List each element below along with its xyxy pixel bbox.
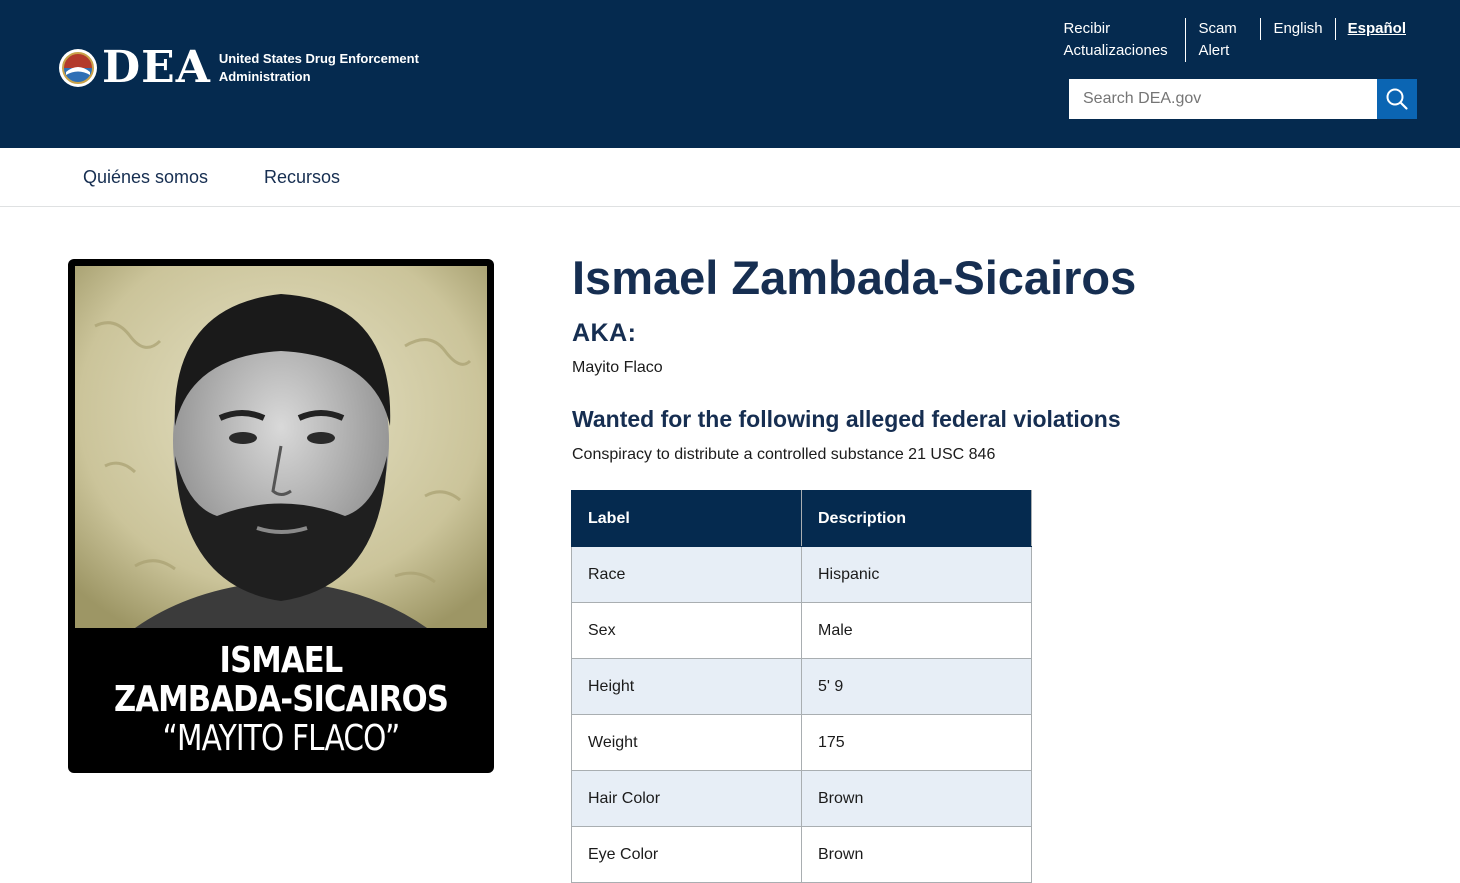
row-label: Hair Color <box>571 770 802 827</box>
scam-alert-link[interactable]: Scam Alert <box>1185 18 1260 62</box>
dea-seal-icon <box>59 49 97 87</box>
column-header-label: Label <box>571 490 802 547</box>
site-header: DEA United States Drug Enforcement Admin… <box>0 0 1460 148</box>
fugitive-photo <box>75 266 487 628</box>
utility-nav: Recibir Actualizaciones Scam Alert Engli… <box>1063 18 1412 62</box>
row-label: Sex <box>571 602 802 659</box>
row-value: 5' 9 <box>801 658 1032 715</box>
row-label: Eye Color <box>571 826 802 883</box>
dea-wordmark: DEA <box>102 42 211 93</box>
violations-heading: Wanted for the following alleged federal… <box>572 406 1121 432</box>
search-form <box>1069 79 1417 119</box>
main-nav: Quiénes somos Recursos <box>0 148 1460 207</box>
row-value: Hispanic <box>801 546 1032 603</box>
agency-name: United States Drug Enforcement Administr… <box>218 51 419 84</box>
nav-item-recursos[interactable]: Recursos <box>264 167 340 188</box>
language-espanol-link[interactable]: Español <box>1334 18 1412 40</box>
poster-last-name: ZAMBADA-SICAIROS <box>113 679 449 720</box>
violations-text: Conspiracy to distribute a controlled su… <box>572 446 996 463</box>
search-button[interactable] <box>1377 79 1417 119</box>
row-value: Brown <box>801 826 1032 883</box>
fugitive-name: Ismael Zambada-Sicairos <box>572 251 1137 304</box>
wanted-poster: ISMAEL ZAMBADA-SICAIROS “MAYITO FLACO” <box>68 259 494 773</box>
poster-first-name: ISMAEL <box>219 640 344 681</box>
nav-item-quienes-somos[interactable]: Quiénes somos <box>83 167 208 188</box>
row-value: Brown <box>801 770 1032 827</box>
poster-caption: ISMAEL ZAMBADA-SICAIROS “MAYITO FLACO” <box>68 641 494 758</box>
search-input[interactable] <box>1069 79 1377 119</box>
row-label: Race <box>571 546 802 603</box>
subscribe-updates-link[interactable]: Recibir Actualizaciones <box>1063 18 1185 62</box>
language-english-link[interactable]: English <box>1260 18 1334 40</box>
row-value: 175 <box>801 714 1032 771</box>
search-icon <box>1386 88 1408 110</box>
table-row: Sex Male <box>571 602 1032 659</box>
table-header-row: Label Description <box>571 490 1032 547</box>
table-row: Height 5' 9 <box>571 658 1032 715</box>
dea-logo-link[interactable]: DEA United States Drug Enforcement Admin… <box>58 46 439 90</box>
poster-alias: “MAYITO FLACO” <box>162 718 401 759</box>
column-header-description: Description <box>801 490 1032 547</box>
row-label: Weight <box>571 714 802 771</box>
aka-heading: AKA: <box>572 319 637 347</box>
table-row: Race Hispanic <box>571 546 1032 603</box>
table-row: Eye Color Brown <box>571 826 1032 883</box>
aka-value: Mayito Flaco <box>572 359 663 376</box>
row-label: Height <box>571 658 802 715</box>
details-table: Label Description Race Hispanic Sex Male… <box>571 490 1032 883</box>
table-row: Hair Color Brown <box>571 770 1032 827</box>
table-row: Weight 175 <box>571 714 1032 771</box>
row-value: Male <box>801 602 1032 659</box>
